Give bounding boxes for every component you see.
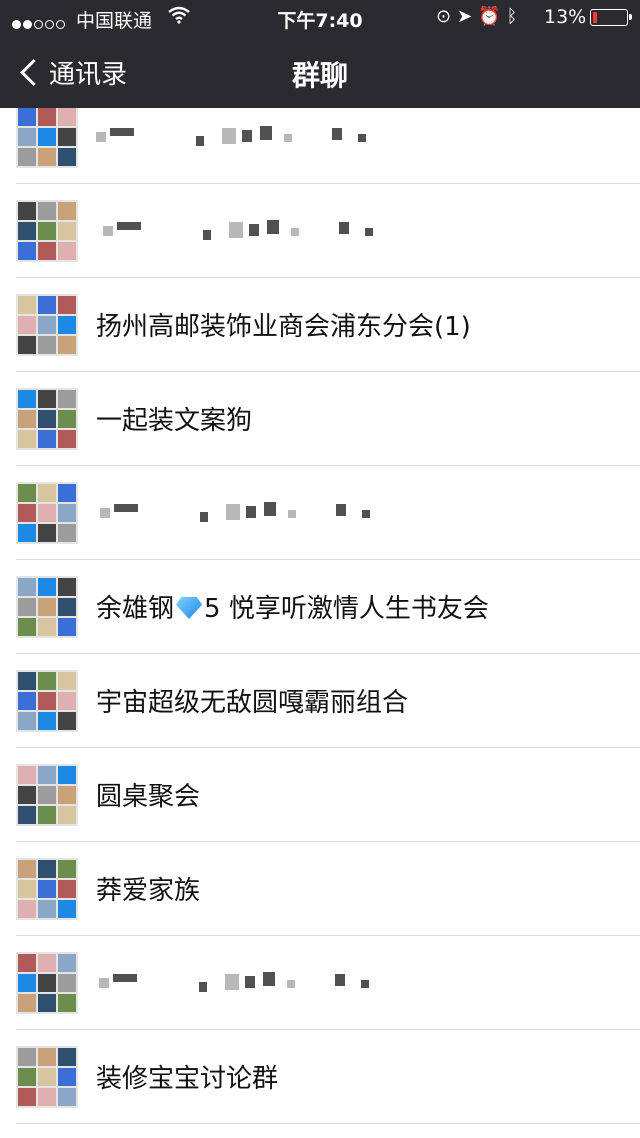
alarm-icon: ⏰ bbox=[478, 6, 507, 27]
group-avatar bbox=[16, 200, 78, 262]
page-title: 群聊 bbox=[291, 59, 348, 92]
group-avatar bbox=[16, 576, 78, 638]
battery-icon bbox=[590, 9, 632, 26]
group-list-item[interactable]: 装修宝宝讨论群 bbox=[16, 1030, 640, 1124]
group-list-item[interactable]: 扬州高邮装饰业商会浦东分会(1) bbox=[16, 278, 640, 372]
group-list-item[interactable] bbox=[16, 184, 640, 278]
group-list-item[interactable]: 一起装文案狗 bbox=[16, 372, 640, 466]
obscured-group-name bbox=[96, 124, 416, 152]
group-name-part: 5 悦享听激情人生书友会 bbox=[204, 594, 489, 624]
group-name-part: 余雄钢 bbox=[96, 594, 175, 624]
obscured-group-name bbox=[96, 970, 416, 998]
group-list-item[interactable]: 余雄钢 5 悦享听激情人生书友会 bbox=[16, 560, 640, 654]
diamond-icon bbox=[176, 597, 203, 619]
obscured-group-name bbox=[96, 218, 416, 246]
group-name: 一起装文案狗 bbox=[96, 406, 253, 436]
navigation-bar: 通讯录 群聊 bbox=[0, 34, 640, 108]
group-avatar bbox=[16, 764, 78, 826]
group-avatar bbox=[16, 388, 78, 450]
group-avatar bbox=[16, 482, 78, 544]
group-name: 莽爱家族 bbox=[96, 876, 201, 906]
group-name: 扬州高邮装饰业商会浦东分会(1) bbox=[96, 312, 471, 342]
group-avatar bbox=[16, 1046, 78, 1108]
group-name: 宇宙超级无敌圆嘎霸丽组合 bbox=[96, 688, 409, 718]
battery-fill bbox=[593, 12, 597, 23]
group-avatar bbox=[16, 670, 78, 732]
obscured-group-name bbox=[96, 500, 416, 528]
group-avatar bbox=[16, 106, 78, 168]
group-list: 扬州高邮装饰业商会浦东分会(1) 一起装文案狗 余雄钢 5 悦享听激情人生书友会宇宙超… bbox=[0, 90, 640, 1124]
location-arrow-icon: ➤ bbox=[457, 6, 479, 27]
group-list-item[interactable] bbox=[16, 936, 640, 1030]
group-name: 余雄钢 5 悦享听激情人生书友会 bbox=[96, 588, 489, 625]
rotation-lock-icon: ⊙ bbox=[436, 6, 458, 27]
group-list-item[interactable] bbox=[16, 466, 640, 560]
status-bar: 中国联通 下午7:40 ⊙➤⏰ᛒ 13% bbox=[0, 0, 640, 34]
bluetooth-icon: ᛒ bbox=[506, 6, 524, 27]
group-avatar bbox=[16, 294, 78, 356]
group-list-item[interactable]: 圆桌聚会 bbox=[16, 748, 640, 842]
top-bar: 中国联通 下午7:40 ⊙➤⏰ᛒ 13% 通讯录 群聊 bbox=[0, 0, 640, 108]
battery-percent: 13% bbox=[544, 6, 587, 28]
group-list-item[interactable]: 莽爱家族 bbox=[16, 842, 640, 936]
group-avatar bbox=[16, 952, 78, 1014]
group-list-item[interactable]: 宇宙超级无敌圆嘎霸丽组合 bbox=[16, 654, 640, 748]
group-name: 圆桌聚会 bbox=[96, 782, 201, 812]
group-avatar bbox=[16, 858, 78, 920]
group-name: 装修宝宝讨论群 bbox=[96, 1064, 279, 1094]
